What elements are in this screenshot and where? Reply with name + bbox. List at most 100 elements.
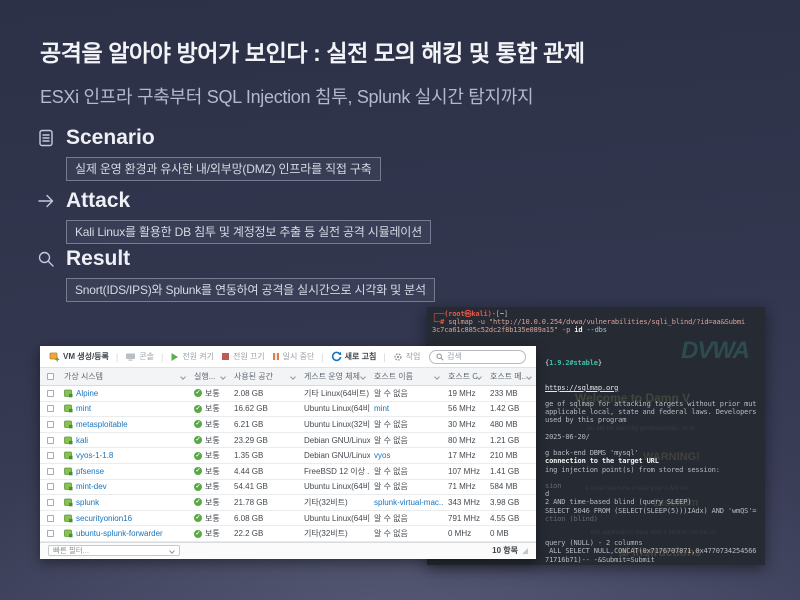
chevron-down-icon[interactable]	[526, 374, 532, 380]
vm-name-link[interactable]: pfsense	[76, 467, 104, 476]
row-checkbox[interactable]	[47, 468, 54, 475]
quick-filter-select[interactable]: 빠른 필터...	[48, 545, 180, 556]
host-cpu-cell: 791 MHz	[448, 514, 480, 523]
host-memory-cell: 3.98 GB	[490, 498, 519, 507]
table-row[interactable]: splunk✓보통21.78 GB기타(32비트)splunk-virtual-…	[40, 495, 536, 511]
status-ok-icon: ✓	[194, 467, 202, 475]
chevron-down-icon[interactable]	[360, 374, 366, 380]
vm-screenshot-panel: VM 생성/등록|콘솔|전원 켜기전원 끄기일시 중단|새로 고침|작업 가상 …	[40, 346, 536, 559]
table-row[interactable]: ubuntu-splunk-forwarder✓보통22.2 GB기타(32비트…	[40, 526, 536, 542]
column-header-label: 게스트 운영 체제	[304, 371, 360, 382]
vm-name-link[interactable]: splunk	[76, 498, 99, 507]
vm-icon	[64, 436, 73, 445]
guest-os-cell: Debian GNU/Linux...	[304, 451, 370, 460]
select-all-checkbox[interactable]	[47, 373, 54, 380]
search-input[interactable]	[447, 352, 519, 361]
status-label: 보통	[205, 435, 220, 446]
toolbar-power-on-button[interactable]: 전원 켜기	[170, 351, 214, 362]
toolbar-suspend-button[interactable]: 일시 중단	[272, 351, 315, 362]
toolbar-gear-button[interactable]: 작업	[393, 351, 421, 362]
row-checkbox[interactable]	[47, 437, 54, 444]
host-name-cell[interactable]: splunk-virtual-mac...	[374, 498, 444, 507]
vm-name-link[interactable]: metasploitable	[76, 420, 128, 429]
column-header[interactable]: 호스트 C...	[444, 368, 486, 385]
chevron-down-icon[interactable]	[434, 374, 440, 380]
guest-os-cell: FreeBSD 12 이상 ...	[304, 466, 370, 477]
row-checkbox[interactable]	[47, 483, 54, 490]
host-memory-cell: 210 MB	[490, 451, 518, 460]
terminal-line	[432, 335, 765, 343]
column-header[interactable]: 사용된 공간	[230, 368, 300, 385]
table-row[interactable]: mint-dev✓보통54.41 GBUbuntu Linux(64비...알 …	[40, 480, 536, 496]
vm-icon	[64, 451, 73, 460]
toolbar-power-off-button[interactable]: 전원 끄기	[221, 351, 265, 362]
row-checkbox[interactable]	[47, 405, 54, 412]
host-cpu-cell: 107 MHz	[448, 467, 480, 476]
item-count: 10 항목	[492, 545, 518, 556]
vm-name-link[interactable]: vyos-1-1.8	[76, 451, 113, 460]
chevron-down-icon[interactable]	[180, 374, 186, 380]
column-header[interactable]: 호스트 메...	[486, 368, 536, 385]
toolbar-console-button[interactable]: 콘솔	[125, 351, 154, 362]
vm-name-link[interactable]: securityonion16	[76, 514, 132, 523]
vm-name-link[interactable]: kali	[76, 436, 88, 445]
chevron-down-icon[interactable]	[476, 374, 482, 380]
column-header[interactable]: 실행...	[190, 368, 230, 385]
vm-name-link[interactable]: Alpine	[76, 389, 98, 398]
host-cpu-cell: 80 MHz	[448, 436, 476, 445]
host-cpu-cell: 30 MHz	[448, 420, 476, 429]
row-checkbox[interactable]	[47, 452, 54, 459]
used-space-cell: 1.35 GB	[234, 451, 263, 460]
status-label: 보통	[205, 403, 220, 414]
resize-grip-icon[interactable]	[522, 548, 528, 554]
host-memory-cell: 584 MB	[490, 482, 518, 491]
host-name-cell: 알 수 없음	[374, 466, 408, 477]
refresh-icon	[331, 351, 342, 362]
vm-search-box[interactable]	[429, 350, 526, 364]
host-memory-cell: 1.41 GB	[490, 467, 519, 476]
toolbar-separator: |	[161, 352, 163, 362]
row-checkbox[interactable]	[47, 390, 54, 397]
table-row[interactable]: securityonion16✓보통6.08 GBUbuntu Linux(64…	[40, 511, 536, 527]
row-checkbox[interactable]	[47, 530, 54, 537]
used-space-cell: 6.21 GB	[234, 420, 263, 429]
section-description-scenario: 실제 운영 환경과 유사한 내/외부망(DMZ) 인프라를 직접 구축	[66, 157, 381, 181]
chevron-down-icon[interactable]	[220, 374, 226, 380]
guest-os-cell: 기타 Linux(64비트)	[304, 388, 369, 399]
host-name-cell: 알 수 없음	[374, 435, 408, 446]
column-header[interactable]: 호스트 이름	[370, 368, 444, 385]
table-row[interactable]: mint✓보통16.62 GBUbuntu Linux(64비...mint56…	[40, 402, 536, 418]
host-cpu-cell: 19 MHz	[448, 389, 476, 398]
used-space-cell: 54.41 GB	[234, 482, 268, 491]
toolbar-vm-create-button[interactable]: VM 생성/등록	[49, 351, 109, 362]
host-memory-cell: 1.21 GB	[490, 436, 519, 445]
document-icon	[36, 128, 56, 148]
status-ok-icon: ✓	[194, 436, 202, 444]
row-checkbox[interactable]	[47, 499, 54, 506]
host-cpu-cell: 17 MHz	[448, 451, 476, 460]
table-row[interactable]: Alpine✓보통2.08 GB기타 Linux(64비트)알 수 없음19 M…	[40, 386, 536, 402]
table-row[interactable]: kali✓보통23.29 GBDebian GNU/Linux...알 수 없음…	[40, 433, 536, 449]
vm-name-link[interactable]: ubuntu-splunk-forwarder	[76, 529, 163, 538]
section-description-result: Snort(IDS/IPS)와 Splunk를 연동하여 공격을 실시간으로 시…	[66, 278, 435, 302]
vm-name-link[interactable]: mint-dev	[76, 482, 107, 491]
vm-name-link[interactable]: mint	[76, 404, 91, 413]
row-checkbox[interactable]	[47, 515, 54, 522]
used-space-cell: 6.08 GB	[234, 514, 263, 523]
page-title: 공격을 알아야 방어가 보인다 : 실전 모의 해킹 및 통합 관제	[40, 34, 585, 68]
host-name-cell[interactable]: vyos	[374, 451, 390, 460]
row-checkbox[interactable]	[47, 421, 54, 428]
vm-icon	[64, 467, 73, 476]
table-row[interactable]: metasploitable✓보통6.21 GBUbuntu Linux(32비…	[40, 417, 536, 433]
column-header[interactable]: 가상 시스템	[60, 368, 190, 385]
chevron-down-icon[interactable]	[290, 374, 296, 380]
status-label: 보통	[205, 481, 220, 492]
host-name-cell[interactable]: mint	[374, 404, 389, 413]
table-row[interactable]: pfsense✓보통4.44 GBFreeBSD 12 이상 ...알 수 없음…	[40, 464, 536, 480]
used-space-cell: 23.29 GB	[234, 436, 268, 445]
host-name-cell: 알 수 없음	[374, 513, 408, 524]
table-row[interactable]: vyos-1-1.8✓보통1.35 GBDebian GNU/Linux...v…	[40, 448, 536, 464]
column-header[interactable]: 게스트 운영 체제	[300, 368, 370, 385]
arrow-icon	[36, 191, 56, 211]
toolbar-refresh-button[interactable]: 새로 고침	[331, 351, 377, 362]
